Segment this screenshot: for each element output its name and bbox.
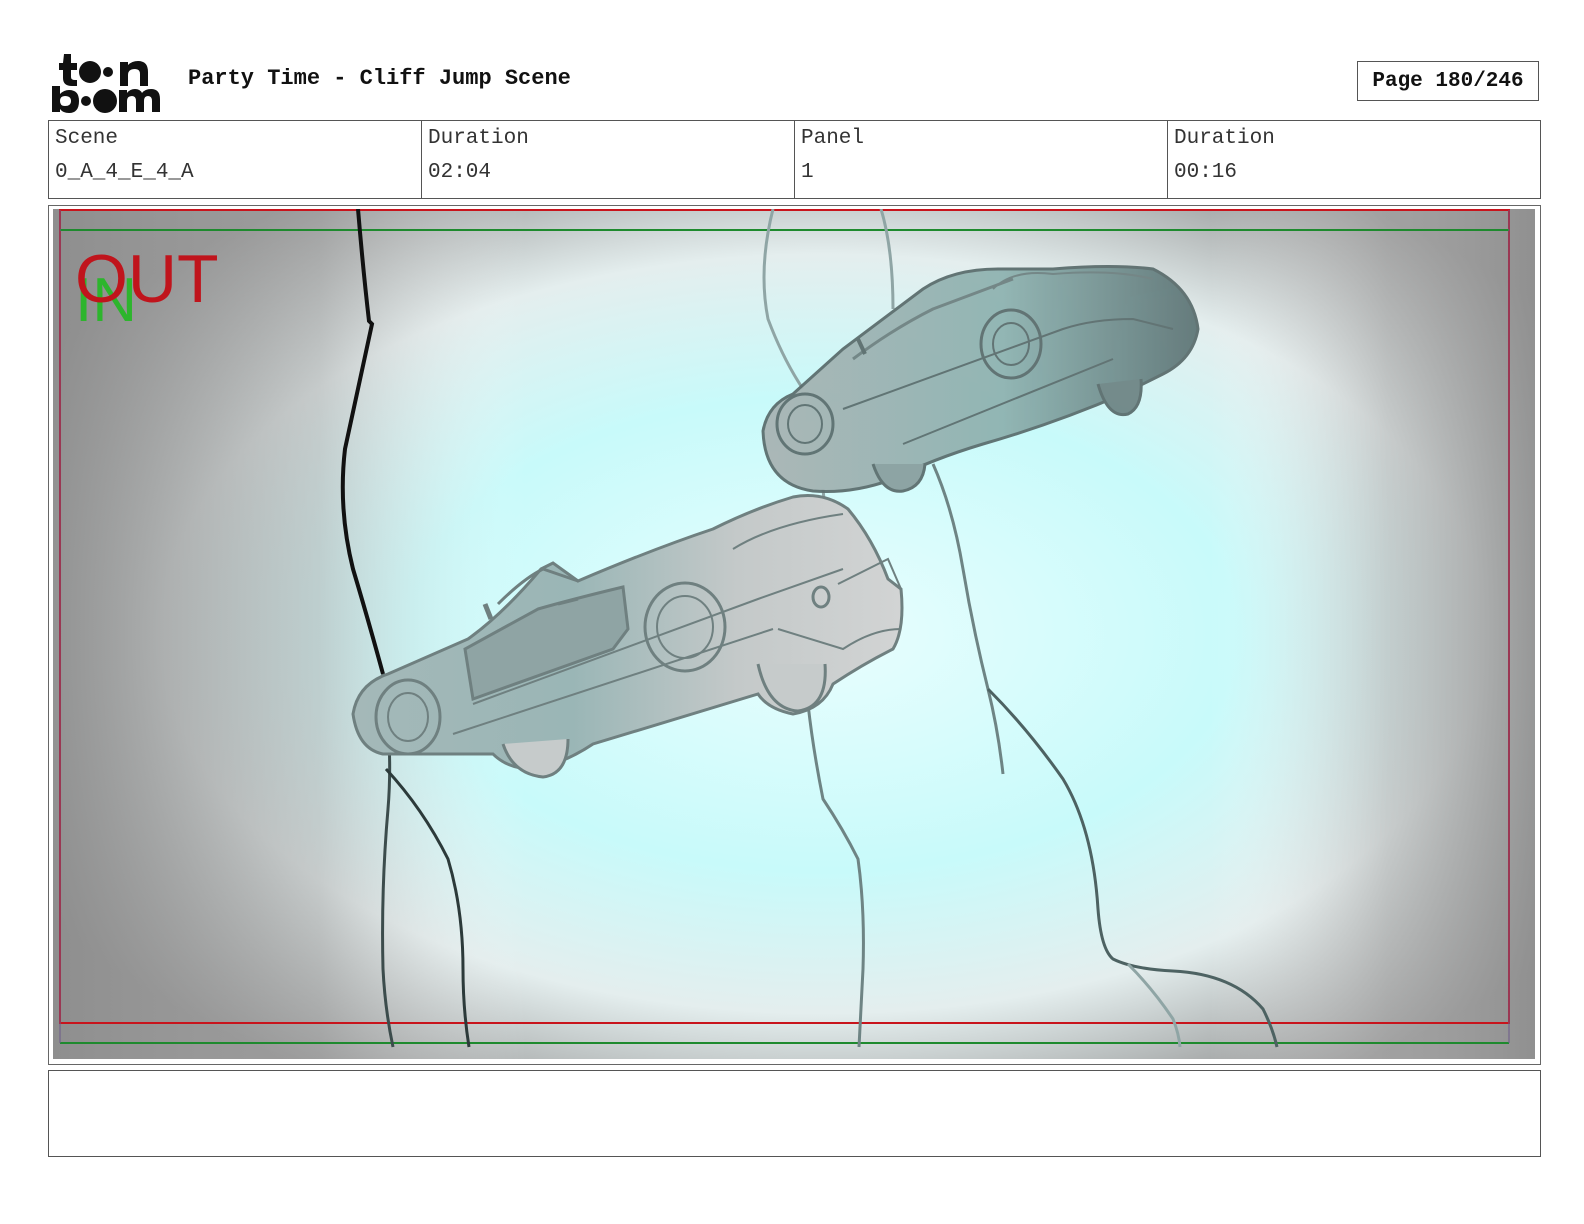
scene-cell: Scene 0_A_4_E_4_A	[49, 121, 422, 198]
panel-notes-box	[48, 1070, 1541, 1157]
scene-duration-value: 02:04	[428, 161, 492, 184]
storyboard-panel-image: IN OUT	[53, 209, 1535, 1059]
page-indicator: Page 180/246	[1357, 61, 1539, 101]
panel-duration-cell: Duration 00:16	[1168, 121, 1540, 198]
document-title: Party Time - Cliff Jump Scene	[188, 66, 571, 91]
panel-duration-label: Duration	[1174, 127, 1275, 150]
scene-value: 0_A_4_E_4_A	[55, 161, 194, 184]
panel-label: Panel	[801, 127, 865, 150]
scene-duration-cell: Duration 02:04	[422, 121, 795, 198]
panel-cell: Panel 1	[795, 121, 1168, 198]
scene-duration-label: Duration	[428, 127, 529, 150]
panel-duration-value: 00:16	[1174, 161, 1238, 184]
out-marker: OUT	[75, 241, 219, 317]
scene-info-table: Scene 0_A_4_E_4_A Duration 02:04 Panel 1…	[48, 120, 1541, 199]
scene-label: Scene	[55, 127, 119, 150]
toon-boom-logo	[52, 50, 164, 114]
panel-value: 1	[801, 161, 814, 184]
